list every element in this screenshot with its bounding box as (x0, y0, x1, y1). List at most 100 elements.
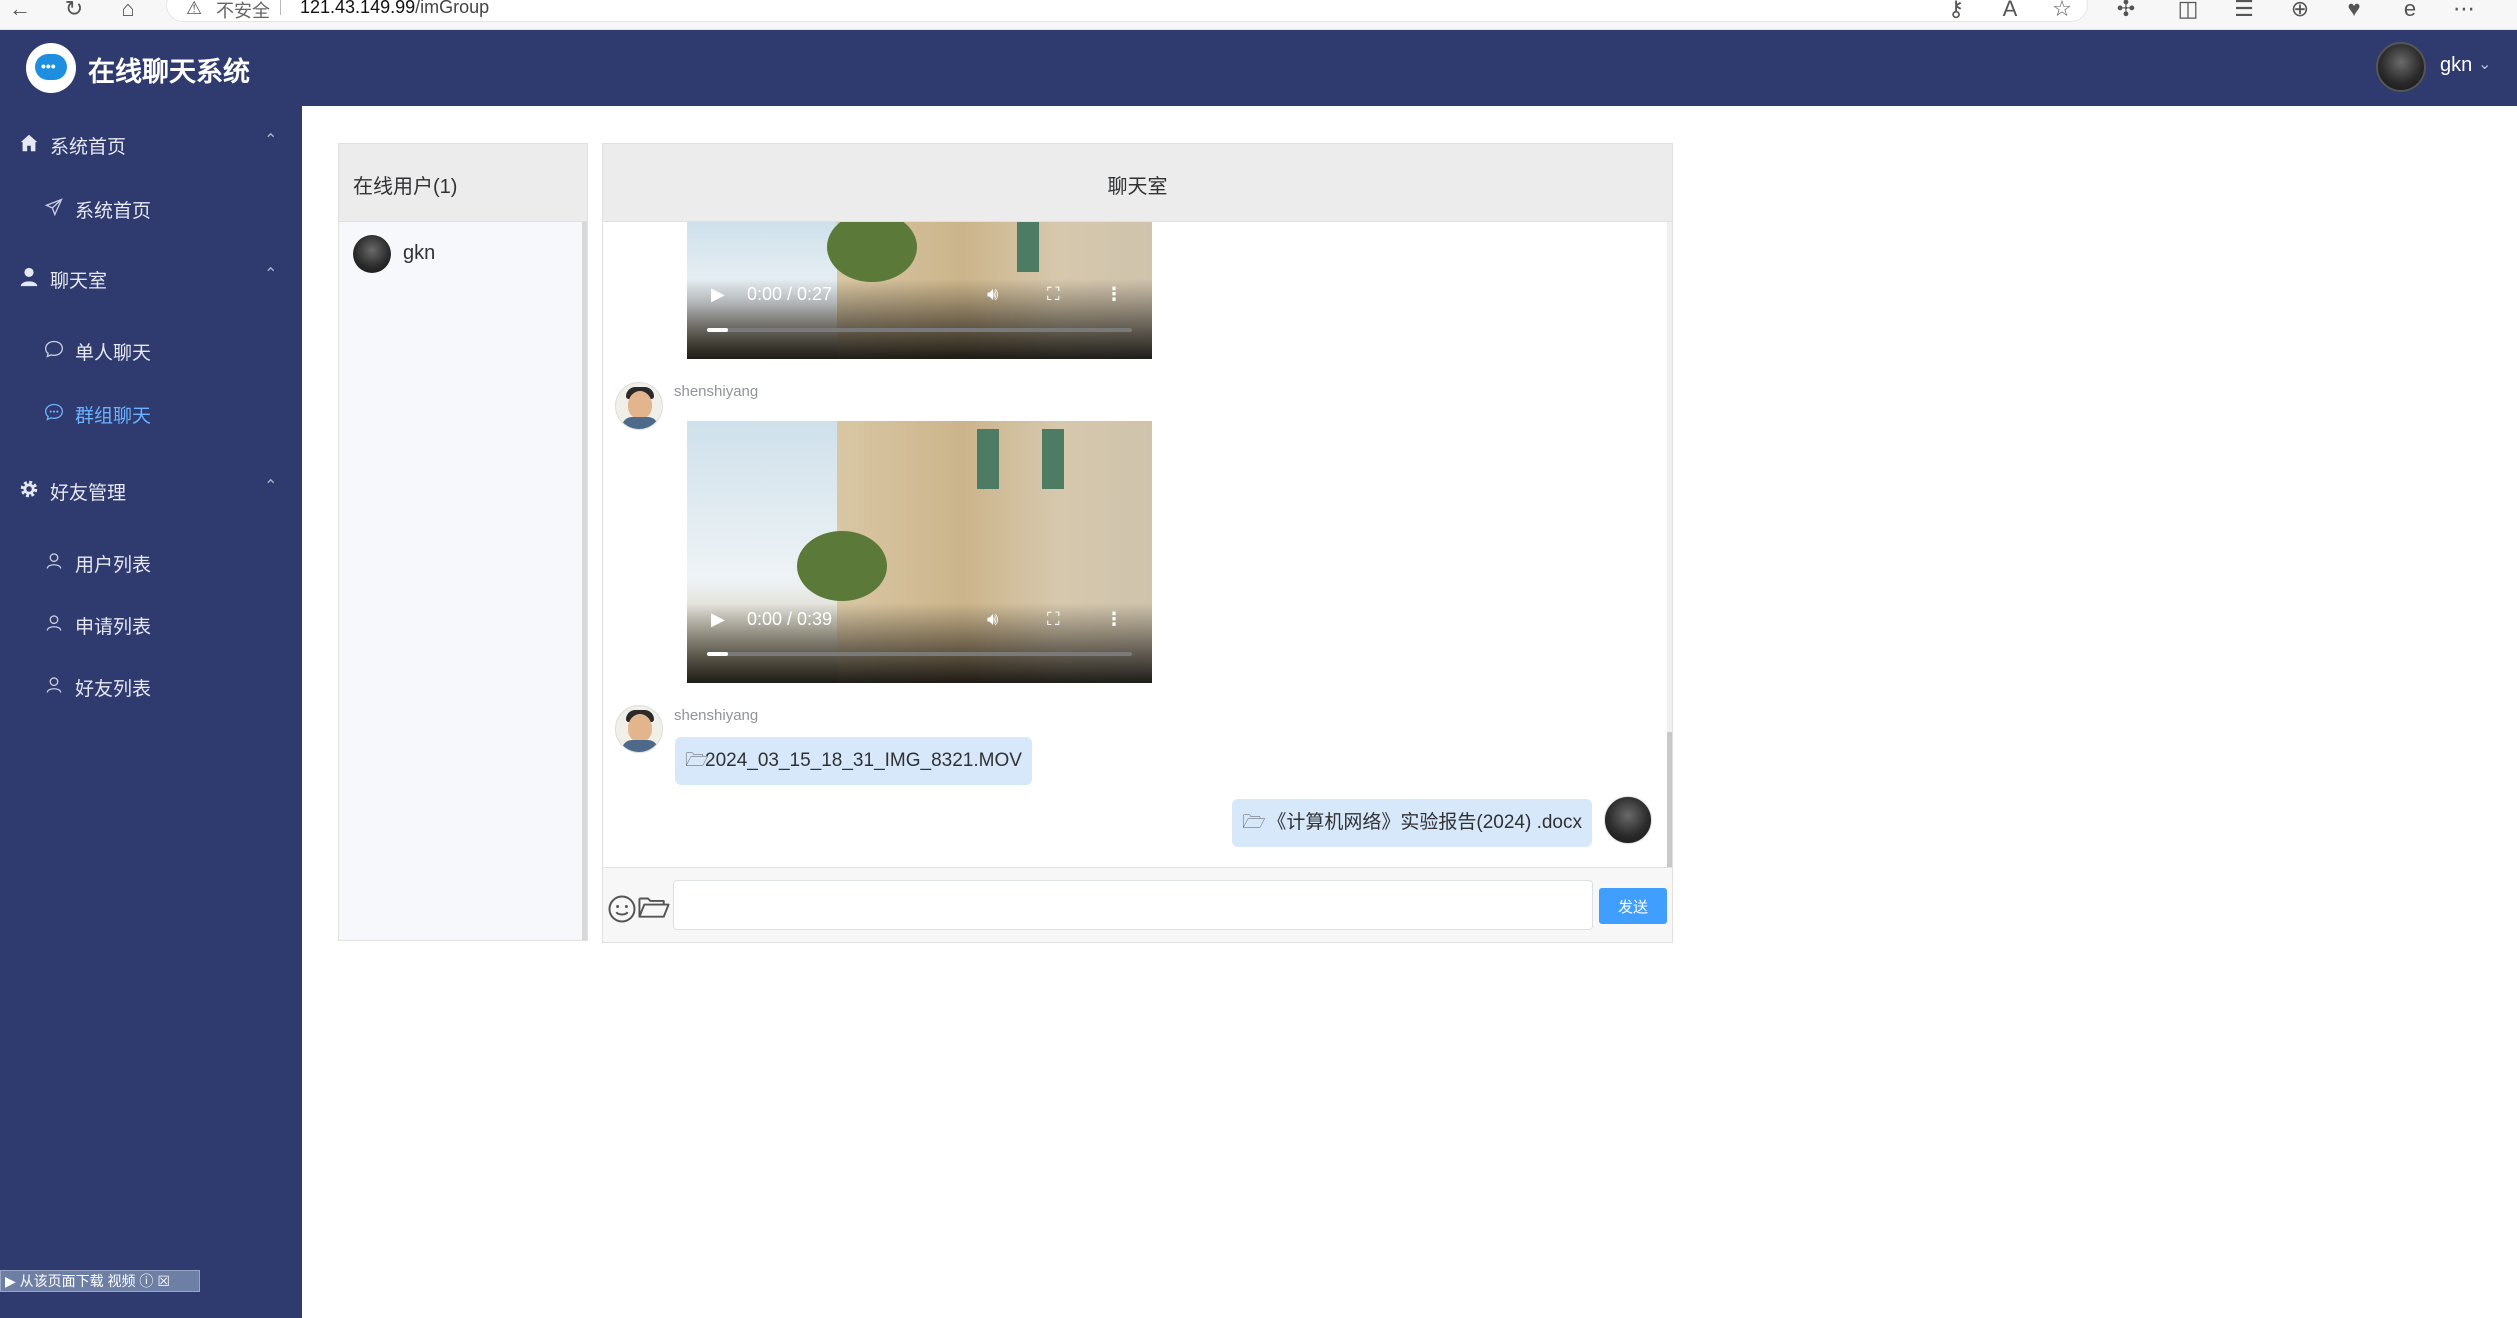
person-icon (46, 615, 62, 631)
avatar (353, 235, 391, 273)
sidebar-item-label: 好友列表 (75, 679, 152, 700)
key-icon[interactable]: ⚷ (1940, 0, 1972, 22)
file-message[interactable]: 🗁︎ 《计算机网络》实验报告(2024) .docx (1232, 799, 1592, 847)
person-icon (46, 677, 62, 693)
sidebar-group-home[interactable]: 系统首页 ⌃ (0, 112, 302, 172)
refresh-icon[interactable]: ↻ (58, 0, 90, 22)
browser-toolbar: ← ↻ ⌂ ⚠ 不安全 121.43.149.99/imGroup ⚷ A ☆ … (0, 0, 2517, 30)
browser-essentials-icon[interactable]: ♥ (2338, 0, 2370, 22)
sidebar-item-friend-list[interactable]: 好友列表 (0, 657, 302, 713)
sidebar: 系统首页 ⌃ 系统首页 聊天室 ⌃ 单人聊天 群组聊天 好友管理 ⌃ 用户列表 (0, 106, 302, 1318)
sidebar-group-label: 好友管理 (50, 483, 127, 504)
extensions-icon[interactable]: ✣ (2110, 0, 2142, 22)
chevron-up-icon: ⌃ (264, 132, 278, 149)
online-users-header: 在线用户(1) (339, 144, 587, 222)
home-browser-icon[interactable]: ⌂ (112, 0, 144, 22)
chat-bubble-icon (44, 340, 64, 358)
online-users-panel: 在线用户(1) gkn (338, 143, 588, 941)
more-vertical-icon[interactable]: ⋮ (1105, 609, 1123, 630)
edge-icon[interactable]: e (2394, 0, 2426, 22)
sidebar-group-friends[interactable]: 好友管理 ⌃ (0, 458, 302, 518)
online-users-title: 在线用户(1) (353, 176, 458, 198)
video-player[interactable]: ▶ 0:00 / 0:39 🔊︎ ⛶ ⋮ (687, 421, 1152, 683)
app-logo-icon: ••• (26, 43, 76, 93)
sidebar-group-chatroom[interactable]: 聊天室 ⌃ (0, 246, 302, 306)
sidebar-item-request-list[interactable]: 申请列表 (0, 595, 302, 651)
play-icon[interactable]: ▶ (711, 609, 725, 630)
gear-icon (20, 480, 38, 498)
sidebar-item-label: 申请列表 (75, 617, 152, 638)
chat-room-panel: 聊天室 ▶ 0:00 / 0:27 🔊︎ ⛶ ⋮ shenshiyang ▶ 0… (602, 143, 1673, 943)
user-menu-name[interactable]: gkn (2440, 54, 2472, 77)
chat-room-header: 聊天室 (603, 144, 1672, 222)
sidebar-group-label: 系统首页 (50, 137, 127, 158)
person-icon (46, 553, 62, 569)
favorite-star-icon[interactable]: ☆ (2046, 0, 2078, 22)
collections-icon[interactable]: ⊕ (2284, 0, 2316, 22)
url-path: /imGroup (415, 0, 490, 17)
video-progress-fill (707, 328, 729, 332)
user-avatar[interactable] (2376, 42, 2426, 92)
chevron-up-icon: ⌃ (264, 478, 278, 495)
file-message[interactable]: 🗁︎2024_03_15_18_31_IMG_8321.MOV (675, 737, 1032, 785)
sidebar-item-label: 用户列表 (75, 555, 152, 576)
message-sender: shenshiyang (674, 383, 759, 400)
video-download-helper-label: 从该页面下载 视频 (19, 1273, 136, 1289)
insecure-label: 不安全 (216, 1, 270, 21)
online-user-item[interactable]: gkn (339, 228, 579, 278)
address-divider (280, 0, 281, 15)
send-button[interactable]: 发送 (1599, 888, 1667, 924)
scrollbar-thumb[interactable] (1667, 732, 1672, 867)
avatar[interactable] (615, 705, 663, 753)
chat-input-bar: 发送 (603, 867, 1672, 942)
favorites-list-icon[interactable]: ☰ (2228, 0, 2260, 22)
fullscreen-icon[interactable]: ⛶ (1047, 609, 1060, 630)
video-time: 0:00 / 0:39 (747, 609, 833, 629)
home-icon (20, 134, 38, 152)
top-navbar: ••• 在线聊天系统 gkn ⌄ (0, 30, 2517, 106)
volume-icon[interactable]: 🔊︎ (987, 609, 998, 630)
video-player[interactable]: ▶ 0:00 / 0:27 🔊︎ ⛶ ⋮ (687, 222, 1152, 359)
emoji-icon[interactable] (607, 894, 637, 924)
volume-icon[interactable]: 🔊︎ (987, 284, 998, 305)
warning-icon[interactable]: ⚠ (186, 0, 202, 19)
video-progress-bar[interactable] (707, 652, 1132, 656)
folder-icon: 🗁︎ (685, 750, 709, 771)
fullscreen-icon[interactable]: ⛶ (1047, 284, 1060, 305)
sidebar-item-single-chat[interactable]: 单人聊天 (0, 321, 302, 377)
video-time: 0:00 / 0:27 (747, 284, 833, 304)
url-text[interactable]: 121.43.149.99/imGroup (300, 0, 489, 18)
more-options-icon[interactable]: ⋯ (2448, 0, 2480, 22)
chat-message-list[interactable]: ▶ 0:00 / 0:27 🔊︎ ⛶ ⋮ shenshiyang ▶ 0:00 … (603, 222, 1672, 867)
chat-dots-icon (44, 403, 64, 421)
message-input[interactable] (673, 880, 1593, 930)
more-vertical-icon[interactable]: ⋮ (1105, 284, 1123, 305)
back-icon[interactable]: ← (4, 0, 36, 22)
sidebar-item-label: 单人聊天 (75, 343, 152, 364)
sidebar-item-user-list[interactable]: 用户列表 (0, 533, 302, 589)
read-aloud-icon[interactable]: A (1994, 0, 2026, 22)
online-user-name: gkn (403, 242, 436, 264)
sidebar-group-label: 聊天室 (50, 271, 108, 292)
app-title: 在线聊天系统 (88, 57, 250, 87)
file-name: 2024_03_15_18_31_IMG_8321.MOV (705, 750, 1022, 771)
sidebar-item-group-chat[interactable]: 群组聊天 (0, 384, 302, 440)
sidebar-item-label: 系统首页 (75, 201, 152, 222)
file-name: 《计算机网络》实验报告(2024) .docx (1267, 812, 1582, 833)
folder-open-icon[interactable] (637, 892, 671, 922)
avatar[interactable] (1604, 796, 1652, 844)
split-screen-icon[interactable]: ◫ (2172, 0, 2204, 22)
send-icon (44, 198, 63, 217)
sidebar-item-label: 群组聊天 (75, 406, 152, 427)
sidebar-item-home[interactable]: 系统首页 (0, 179, 302, 235)
message-sender: shenshiyang (674, 707, 759, 724)
video-progress-bar[interactable] (707, 328, 1132, 332)
scrollbar[interactable] (582, 222, 587, 940)
chevron-up-icon: ⌃ (264, 266, 278, 283)
avatar[interactable] (615, 382, 663, 430)
user-icon (20, 267, 38, 287)
chevron-down-icon[interactable]: ⌄ (2478, 54, 2491, 74)
scrollbar[interactable] (1667, 222, 1672, 867)
video-download-helper-button[interactable]: ▶ 从该页面下载 视频 ⓘ ☒ (0, 1270, 200, 1292)
play-icon[interactable]: ▶ (711, 284, 725, 305)
